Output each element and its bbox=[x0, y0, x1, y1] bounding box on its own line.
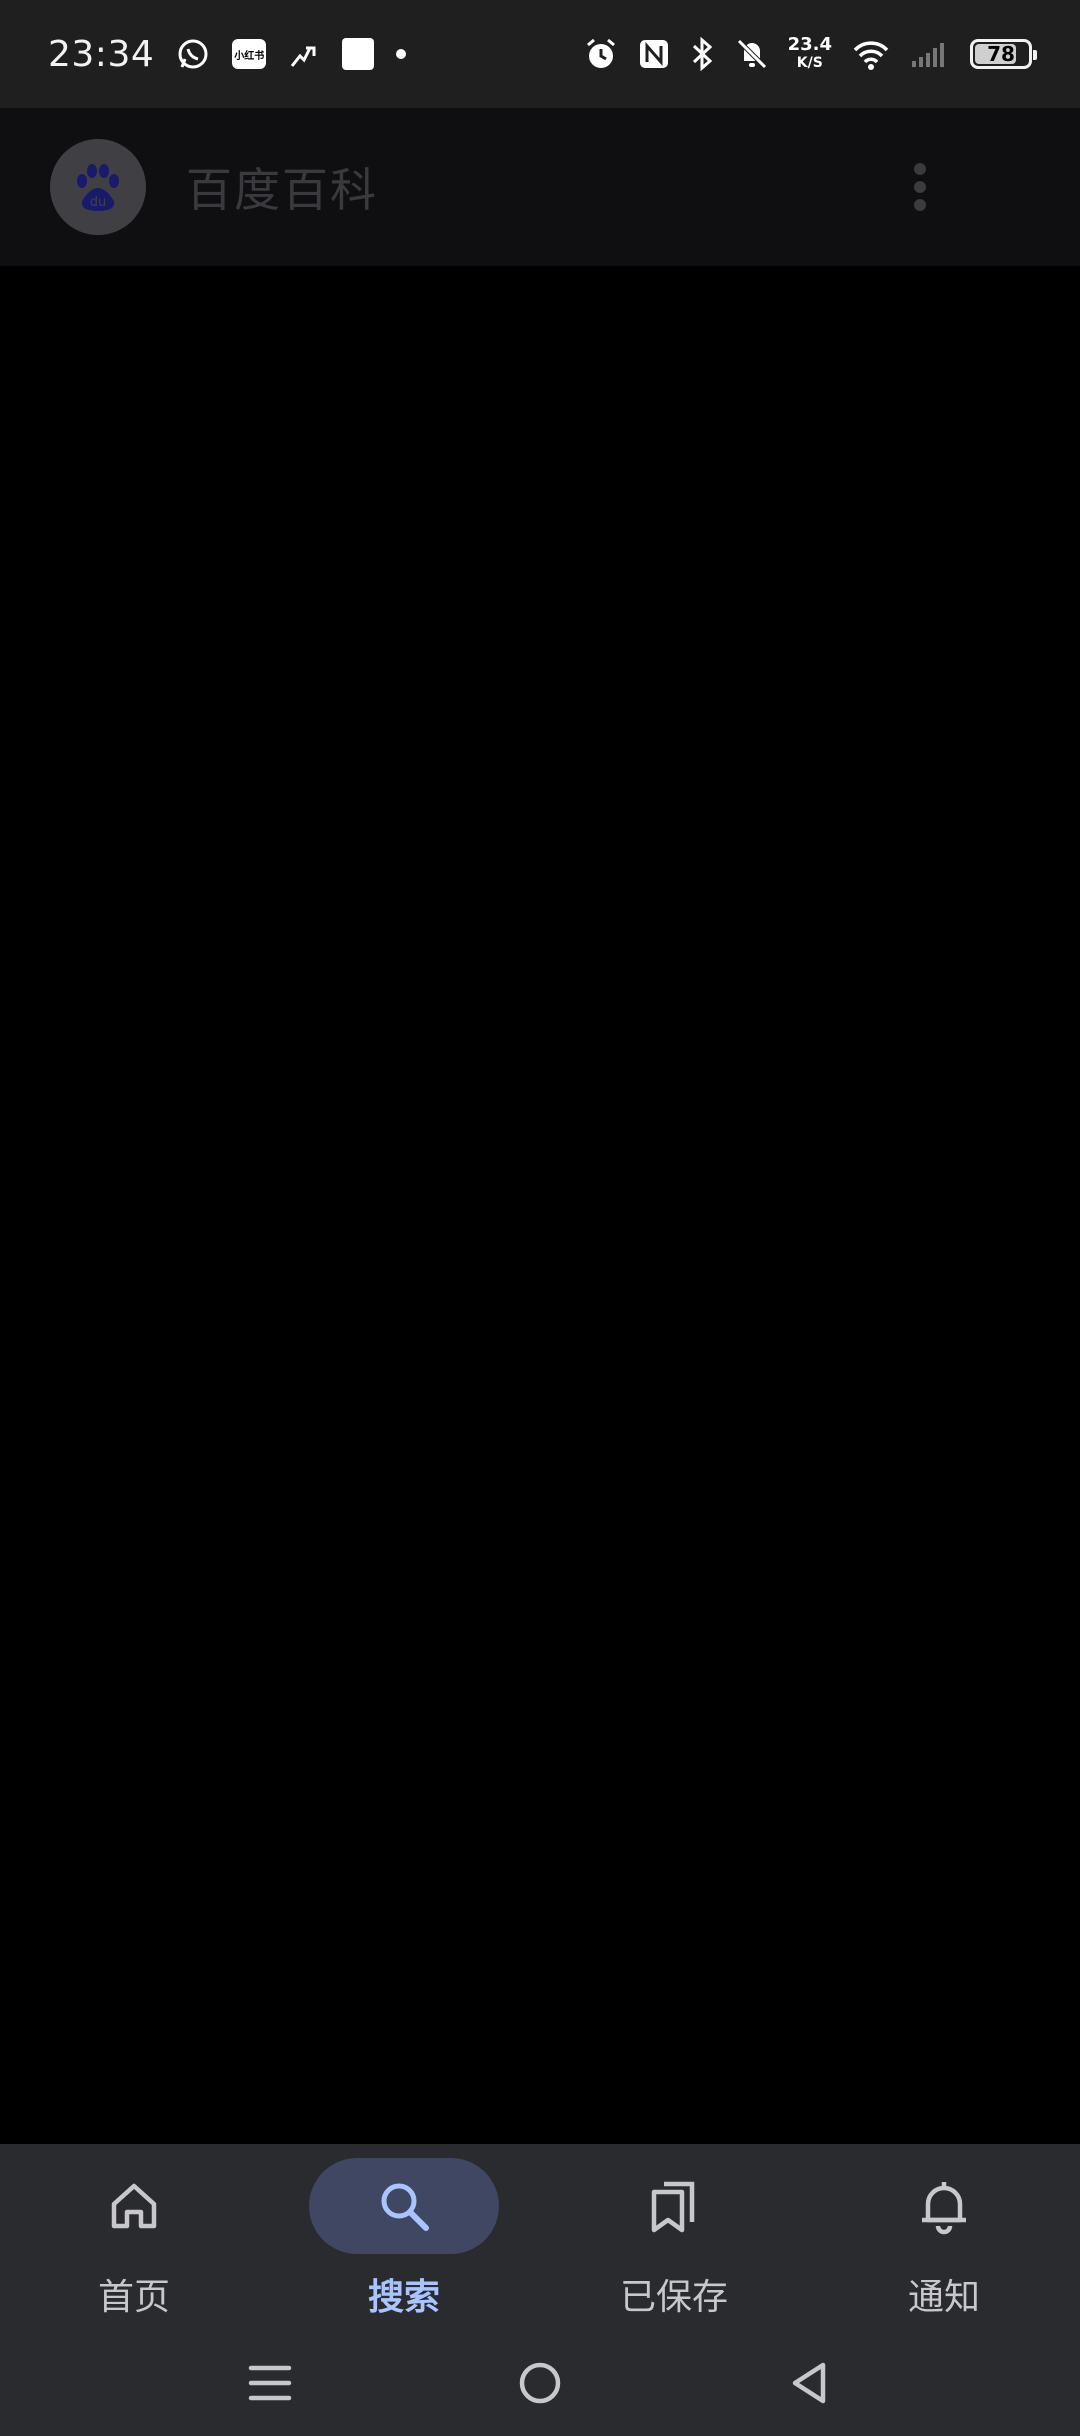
bookmarks-icon bbox=[646, 2176, 702, 2236]
app-title: 百度百科 bbox=[186, 163, 378, 217]
nav-item-notifications[interactable]: 通知 bbox=[844, 2158, 1044, 2328]
nav-pill-notifications bbox=[849, 2158, 1039, 2254]
bottom-navigation: 首页 搜索 已保存 通知 bbox=[0, 2144, 1080, 2436]
nav-item-saved[interactable]: 已保存 bbox=[574, 2158, 774, 2328]
status-right: 23.4 K/S 78 bbox=[584, 36, 1037, 72]
back-icon[interactable] bbox=[770, 2348, 850, 2418]
system-navigation bbox=[0, 2334, 1080, 2436]
app-bar: du 百度百科 bbox=[0, 108, 1080, 266]
net-speed-value: 23.4 bbox=[787, 34, 832, 55]
alarm-icon bbox=[584, 37, 618, 71]
net-speed-unit: K/S bbox=[796, 55, 823, 71]
nav-pill-home bbox=[39, 2158, 229, 2254]
activity-icon bbox=[288, 38, 320, 70]
more-vertical-icon[interactable] bbox=[900, 157, 940, 217]
bluetooth-icon bbox=[690, 37, 716, 71]
nav-label-search: 搜索 bbox=[367, 2277, 440, 2318]
nav-label-saved: 已保存 bbox=[619, 2277, 728, 2318]
nav-items: 首页 搜索 已保存 通知 bbox=[0, 2144, 1080, 2334]
whatsapp-icon bbox=[176, 37, 210, 71]
home-icon bbox=[106, 2178, 162, 2234]
wifi-icon bbox=[852, 38, 890, 70]
nav-item-search[interactable]: 搜索 bbox=[304, 2158, 504, 2328]
svg-text:du: du bbox=[90, 195, 107, 210]
search-icon bbox=[374, 2176, 434, 2236]
xiaohongshu-icon: 小红书 bbox=[232, 39, 267, 69]
status-left: 23:34 小红书 bbox=[48, 33, 407, 75]
nfc-icon bbox=[638, 38, 670, 70]
signal-icon bbox=[910, 39, 950, 69]
home-circle-icon[interactable] bbox=[500, 2348, 580, 2418]
menu-icon[interactable] bbox=[230, 2348, 310, 2418]
mute-icon bbox=[736, 37, 768, 71]
nav-label-notifications: 通知 bbox=[907, 2277, 980, 2318]
battery-icon: 78 bbox=[970, 39, 1037, 69]
status-bar: 23:34 小红书 23.4 K/S 78 bbox=[0, 0, 1080, 108]
nav-pill-search bbox=[309, 2158, 499, 2254]
square-icon bbox=[342, 38, 375, 70]
bell-icon bbox=[916, 2176, 972, 2236]
main-content bbox=[0, 266, 1080, 2144]
baidu-paw-icon[interactable]: du bbox=[50, 139, 146, 235]
status-time: 23:34 bbox=[48, 33, 155, 75]
nav-label-home: 首页 bbox=[97, 2277, 170, 2318]
dot-icon bbox=[396, 49, 407, 59]
nav-pill-saved bbox=[579, 2158, 769, 2254]
battery-level: 78 bbox=[987, 42, 1015, 66]
nav-item-home[interactable]: 首页 bbox=[34, 2158, 234, 2328]
network-speed: 23.4 K/S bbox=[788, 36, 832, 72]
